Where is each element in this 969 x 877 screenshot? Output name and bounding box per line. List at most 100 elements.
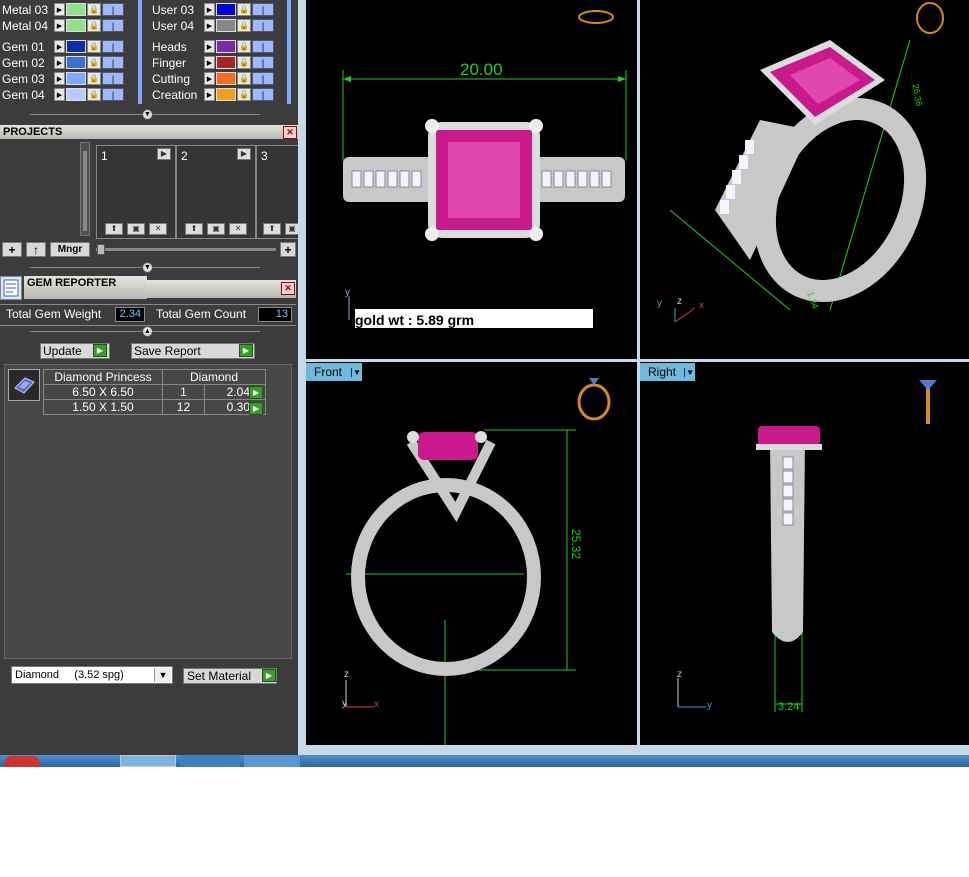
- taskbar-item[interactable]: [180, 755, 240, 767]
- up-project-button[interactable]: ↑: [26, 242, 46, 257]
- play-icon[interactable]: ▶: [54, 40, 65, 53]
- play-icon[interactable]: ▶: [157, 148, 171, 160]
- go-icon[interactable]: ▶: [262, 669, 276, 682]
- layer-color-swatch[interactable]: [216, 19, 236, 32]
- viewport-front[interactable]: Front ▼ 25.32 z y x: [306, 362, 637, 745]
- start-button[interactable]: [4, 756, 40, 767]
- collapse-icon[interactable]: ▼: [142, 109, 153, 120]
- diamond-princess-icon[interactable]: [8, 369, 40, 401]
- save-icon[interactable]: ▣: [127, 223, 145, 235]
- play-icon[interactable]: ▶: [54, 3, 65, 16]
- project-slot-1[interactable]: 1 ▶ ⬆ ▣ ✕: [96, 145, 176, 239]
- visibility-toggle[interactable]: |: [102, 3, 124, 16]
- material-select[interactable]: Diamond (3.52 spg): [11, 666, 173, 684]
- visibility-toggle[interactable]: |: [102, 88, 124, 101]
- lock-icon[interactable]: 🔒: [87, 72, 101, 85]
- save-icon[interactable]: ▣: [207, 223, 225, 235]
- visibility-toggle[interactable]: |: [252, 88, 274, 101]
- projects-scrollbar[interactable]: [80, 142, 90, 236]
- lock-icon[interactable]: 🔒: [87, 19, 101, 32]
- layer-color-swatch[interactable]: [216, 3, 236, 16]
- lock-icon[interactable]: 🔒: [87, 40, 101, 53]
- delete-icon[interactable]: ✕: [149, 223, 167, 235]
- visibility-toggle[interactable]: |: [252, 40, 274, 53]
- play-icon[interactable]: ▶: [204, 19, 215, 32]
- play-icon[interactable]: ▶: [204, 88, 215, 101]
- layer-color-swatch[interactable]: [216, 40, 236, 53]
- layer-row[interactable]: Gem 04 ▶ 🔒 |: [0, 87, 140, 102]
- play-icon[interactable]: ▶: [54, 19, 65, 32]
- chevron-down-icon[interactable]: ▼: [351, 367, 362, 377]
- layer-row[interactable]: Gem 03 ▶ 🔒 |: [0, 71, 140, 86]
- close-icon[interactable]: ✕: [283, 126, 297, 139]
- go-icon[interactable]: ▶: [239, 344, 253, 357]
- layer-color-swatch[interactable]: [66, 40, 86, 53]
- chevron-down-icon[interactable]: ▼: [684, 367, 695, 377]
- right-view-selector[interactable]: Right ▼: [640, 363, 695, 381]
- layer-color-swatch[interactable]: [66, 19, 86, 32]
- layer-color-swatch[interactable]: [66, 88, 86, 101]
- project-slot-2[interactable]: 2 ▶ ⬆ ▣ ✕: [176, 145, 256, 239]
- layer-scroll-left[interactable]: [138, 0, 142, 104]
- layer-color-swatch[interactable]: [216, 72, 236, 85]
- add-project-button[interactable]: +: [2, 242, 22, 257]
- visibility-toggle[interactable]: |: [252, 19, 274, 32]
- save-icon[interactable]: ▣: [285, 223, 299, 235]
- visibility-toggle[interactable]: |: [102, 40, 124, 53]
- layer-row[interactable]: User 04 ▶ 🔒 |: [150, 18, 290, 33]
- layer-color-swatch[interactable]: [66, 72, 86, 85]
- save-report-button[interactable]: Save Report: [131, 343, 255, 359]
- lock-icon[interactable]: 🔒: [87, 88, 101, 101]
- lock-icon[interactable]: 🔒: [87, 3, 101, 16]
- layer-color-swatch[interactable]: [216, 56, 236, 69]
- front-view-selector[interactable]: Front ▼: [306, 363, 362, 381]
- lock-icon[interactable]: 🔒: [237, 88, 251, 101]
- go-icon[interactable]: ▶: [249, 386, 263, 399]
- taskbar-item[interactable]: [120, 755, 176, 767]
- visibility-toggle[interactable]: |: [102, 72, 124, 85]
- layer-row[interactable]: Finger ▶ 🔒 |: [150, 55, 290, 70]
- delete-icon[interactable]: ✕: [229, 223, 247, 235]
- layer-row[interactable]: Creation ▶ 🔒 |: [150, 87, 290, 102]
- layer-row[interactable]: User 03 ▶ 🔒 |: [150, 2, 290, 17]
- project-slot-3[interactable]: 3 ⬆ ▣: [256, 145, 300, 239]
- close-icon[interactable]: ✕: [281, 282, 295, 295]
- load-icon[interactable]: ⬆: [105, 223, 123, 235]
- layer-row[interactable]: Metal 04 ▶ 🔒 |: [0, 18, 140, 33]
- load-icon[interactable]: ⬆: [185, 223, 203, 235]
- layer-color-swatch[interactable]: [66, 3, 86, 16]
- layer-row[interactable]: Heads ▶ 🔒 |: [150, 39, 290, 54]
- play-icon[interactable]: ▶: [54, 56, 65, 69]
- play-icon[interactable]: ▶: [237, 148, 251, 160]
- layer-row[interactable]: Metal 03 ▶ 🔒 |: [0, 2, 140, 17]
- taskbar-item[interactable]: [244, 755, 300, 767]
- collapse-icon[interactable]: ▲: [142, 326, 153, 337]
- play-icon[interactable]: ▶: [54, 88, 65, 101]
- go-icon[interactable]: ▶: [249, 402, 263, 415]
- play-icon[interactable]: ▶: [204, 72, 215, 85]
- visibility-toggle[interactable]: |: [102, 19, 124, 32]
- visibility-toggle[interactable]: |: [252, 72, 274, 85]
- layer-scroll-right[interactable]: [287, 0, 291, 104]
- layer-row[interactable]: Gem 01 ▶ 🔒 |: [0, 39, 140, 54]
- projects-slider-handle[interactable]: [97, 244, 105, 255]
- chevron-down-icon[interactable]: ▼: [154, 668, 171, 682]
- go-icon[interactable]: ▶: [93, 344, 107, 357]
- load-icon[interactable]: ⬆: [263, 223, 281, 235]
- lock-icon[interactable]: 🔒: [237, 56, 251, 69]
- projects-slider-track[interactable]: [96, 248, 276, 251]
- collapse-icon[interactable]: ▼: [142, 262, 153, 273]
- play-icon[interactable]: ▶: [204, 56, 215, 69]
- add-slot-button[interactable]: +: [280, 242, 296, 257]
- layer-row[interactable]: Cutting ▶ 🔒 |: [150, 71, 290, 86]
- play-icon[interactable]: ▶: [204, 40, 215, 53]
- lock-icon[interactable]: 🔒: [237, 19, 251, 32]
- layer-color-swatch[interactable]: [216, 88, 236, 101]
- table-row[interactable]: 6.50 X 6.50 1 2.04tw: [43, 384, 267, 400]
- manager-button[interactable]: Mngr: [50, 242, 90, 257]
- layer-color-swatch[interactable]: [66, 56, 86, 69]
- visibility-toggle[interactable]: |: [252, 56, 274, 69]
- lock-icon[interactable]: 🔒: [237, 72, 251, 85]
- visibility-toggle[interactable]: |: [252, 3, 274, 16]
- viewport-perspective[interactable]: 26.36 1.34 y z x: [640, 0, 969, 359]
